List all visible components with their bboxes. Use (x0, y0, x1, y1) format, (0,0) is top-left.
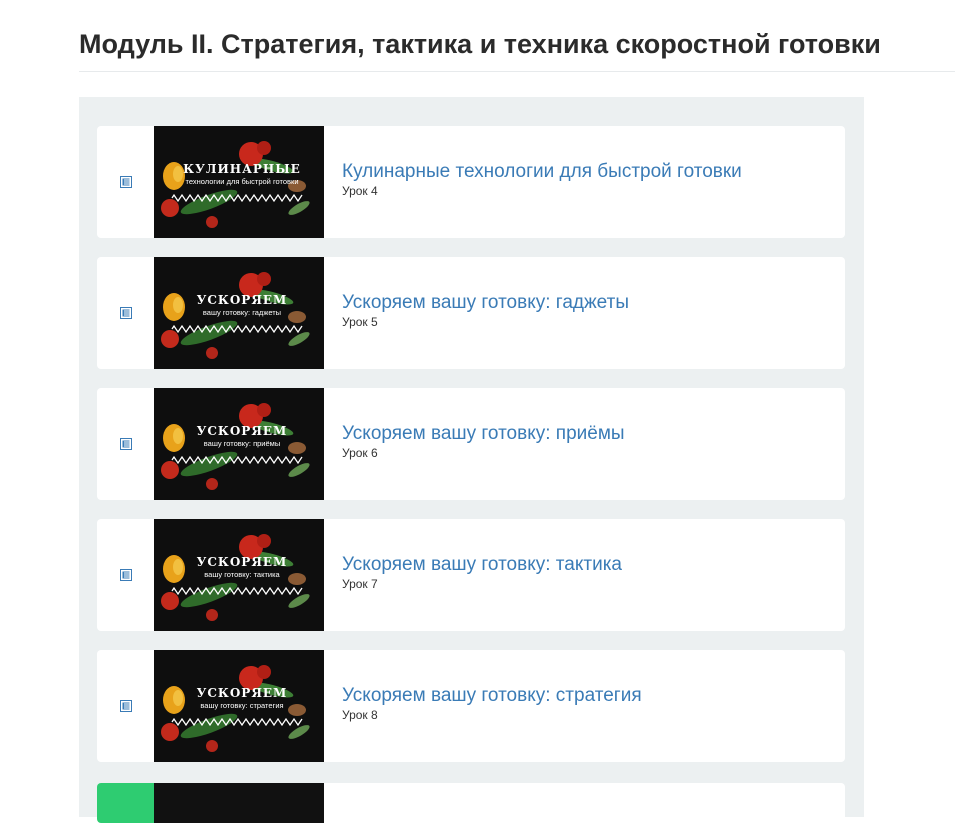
lesson-number: Урок 6 (342, 446, 378, 460)
lesson-document-icon (120, 307, 132, 319)
lesson-thumbnail: УСКОРЯЕМвашу готовку: гаджеты (154, 257, 324, 369)
lesson-card[interactable]: УСКОРЯЕМ вашу готовку: тактика Ускоряем ва… (97, 519, 845, 631)
lesson-title-link[interactable]: Кулинарные технологии для быстрой готовк… (342, 161, 835, 183)
thumbnail-heading: УСКОРЯЕМ (197, 686, 288, 700)
module-header: Модуль II. Стратегия, тактика и техника … (79, 27, 955, 72)
thumbnail-caption: вашу готовку: стратегия (200, 701, 283, 710)
lesson-card[interactable]: УСКОРЯЕМ вашу готовку: стратегия Ускоряем … (97, 650, 845, 762)
lesson-thumbnail: УСКОРЯЕМвашу готовку: приёмы (154, 388, 324, 500)
lesson-document-icon (120, 700, 132, 712)
lesson-card-partial[interactable] (97, 783, 845, 823)
thumbnail-heading: УСКОРЯЕМ (197, 555, 288, 569)
lesson-thumbnail: КУЛИНАРНЫЕтехнологии для быстрой готовки (154, 126, 324, 238)
lesson-thumbnail-partial (154, 783, 324, 823)
lesson-text-block: Ускоряем вашу готовку: приёмы Урок 6 (342, 423, 835, 461)
lesson-thumbnail: УСКОРЯЕМвашу готовку: тактика (154, 519, 324, 631)
lesson-document-icon (120, 438, 132, 450)
thumbnail-caption: вашу готовку: тактика (204, 570, 280, 579)
lesson-text-block: Ускоряем вашу готовку: стратегия Урок 8 (342, 685, 835, 723)
lesson-number: Урок 7 (342, 577, 378, 591)
lesson-text-block: Ускоряем вашу готовку: гаджеты Урок 5 (342, 292, 835, 330)
module-title: Модуль II. Стратегия, тактика и техника … (79, 29, 881, 59)
lesson-title-link[interactable]: Ускоряем вашу готовку: приёмы (342, 423, 835, 445)
lesson-text-block: Ускоряем вашу готовку: тактика Урок 7 (342, 554, 835, 592)
lesson-card[interactable]: УСКОРЯЕМ вашу готовку: гаджеты Ускоряем ва… (97, 257, 845, 369)
lesson-text-block: Кулинарные технологии для быстрой готовк… (342, 161, 835, 199)
lesson-document-icon (120, 569, 132, 581)
lesson-number: Урок 8 (342, 708, 378, 722)
lesson-number: Урок 5 (342, 315, 378, 329)
thumbnail-caption: вашу готовку: гаджеты (203, 308, 281, 317)
thumbnail-heading: УСКОРЯЕМ (197, 293, 288, 307)
lesson-thumbnail: УСКОРЯЕМвашу готовку: стратегия (154, 650, 324, 762)
lessons-list: КУЛИНАРНЫЕ технологии для быстрой готовки… (79, 97, 864, 823)
thumbnail-caption: технологии для быстрой готовки (185, 177, 298, 186)
lesson-card[interactable]: КУЛИНАРНЫЕ технологии для быстрой готовки… (97, 126, 845, 238)
lesson-title-link[interactable]: Ускоряем вашу готовку: гаджеты (342, 292, 835, 314)
thumbnail-heading: УСКОРЯЕМ (197, 424, 288, 438)
lesson-number: Урок 4 (342, 184, 378, 198)
completed-status-strip (97, 783, 154, 823)
thumbnail-heading: КУЛИНАРНЫЕ (183, 162, 301, 176)
lesson-document-icon (120, 176, 132, 188)
lesson-title-link[interactable]: Ускоряем вашу готовку: тактика (342, 554, 835, 576)
thumbnail-caption: вашу готовку: приёмы (204, 439, 280, 448)
lesson-title-link[interactable]: Ускоряем вашу готовку: стратегия (342, 685, 835, 707)
lesson-card[interactable]: УСКОРЯЕМ вашу готовку: приёмы Ускоряем ваш… (97, 388, 845, 500)
